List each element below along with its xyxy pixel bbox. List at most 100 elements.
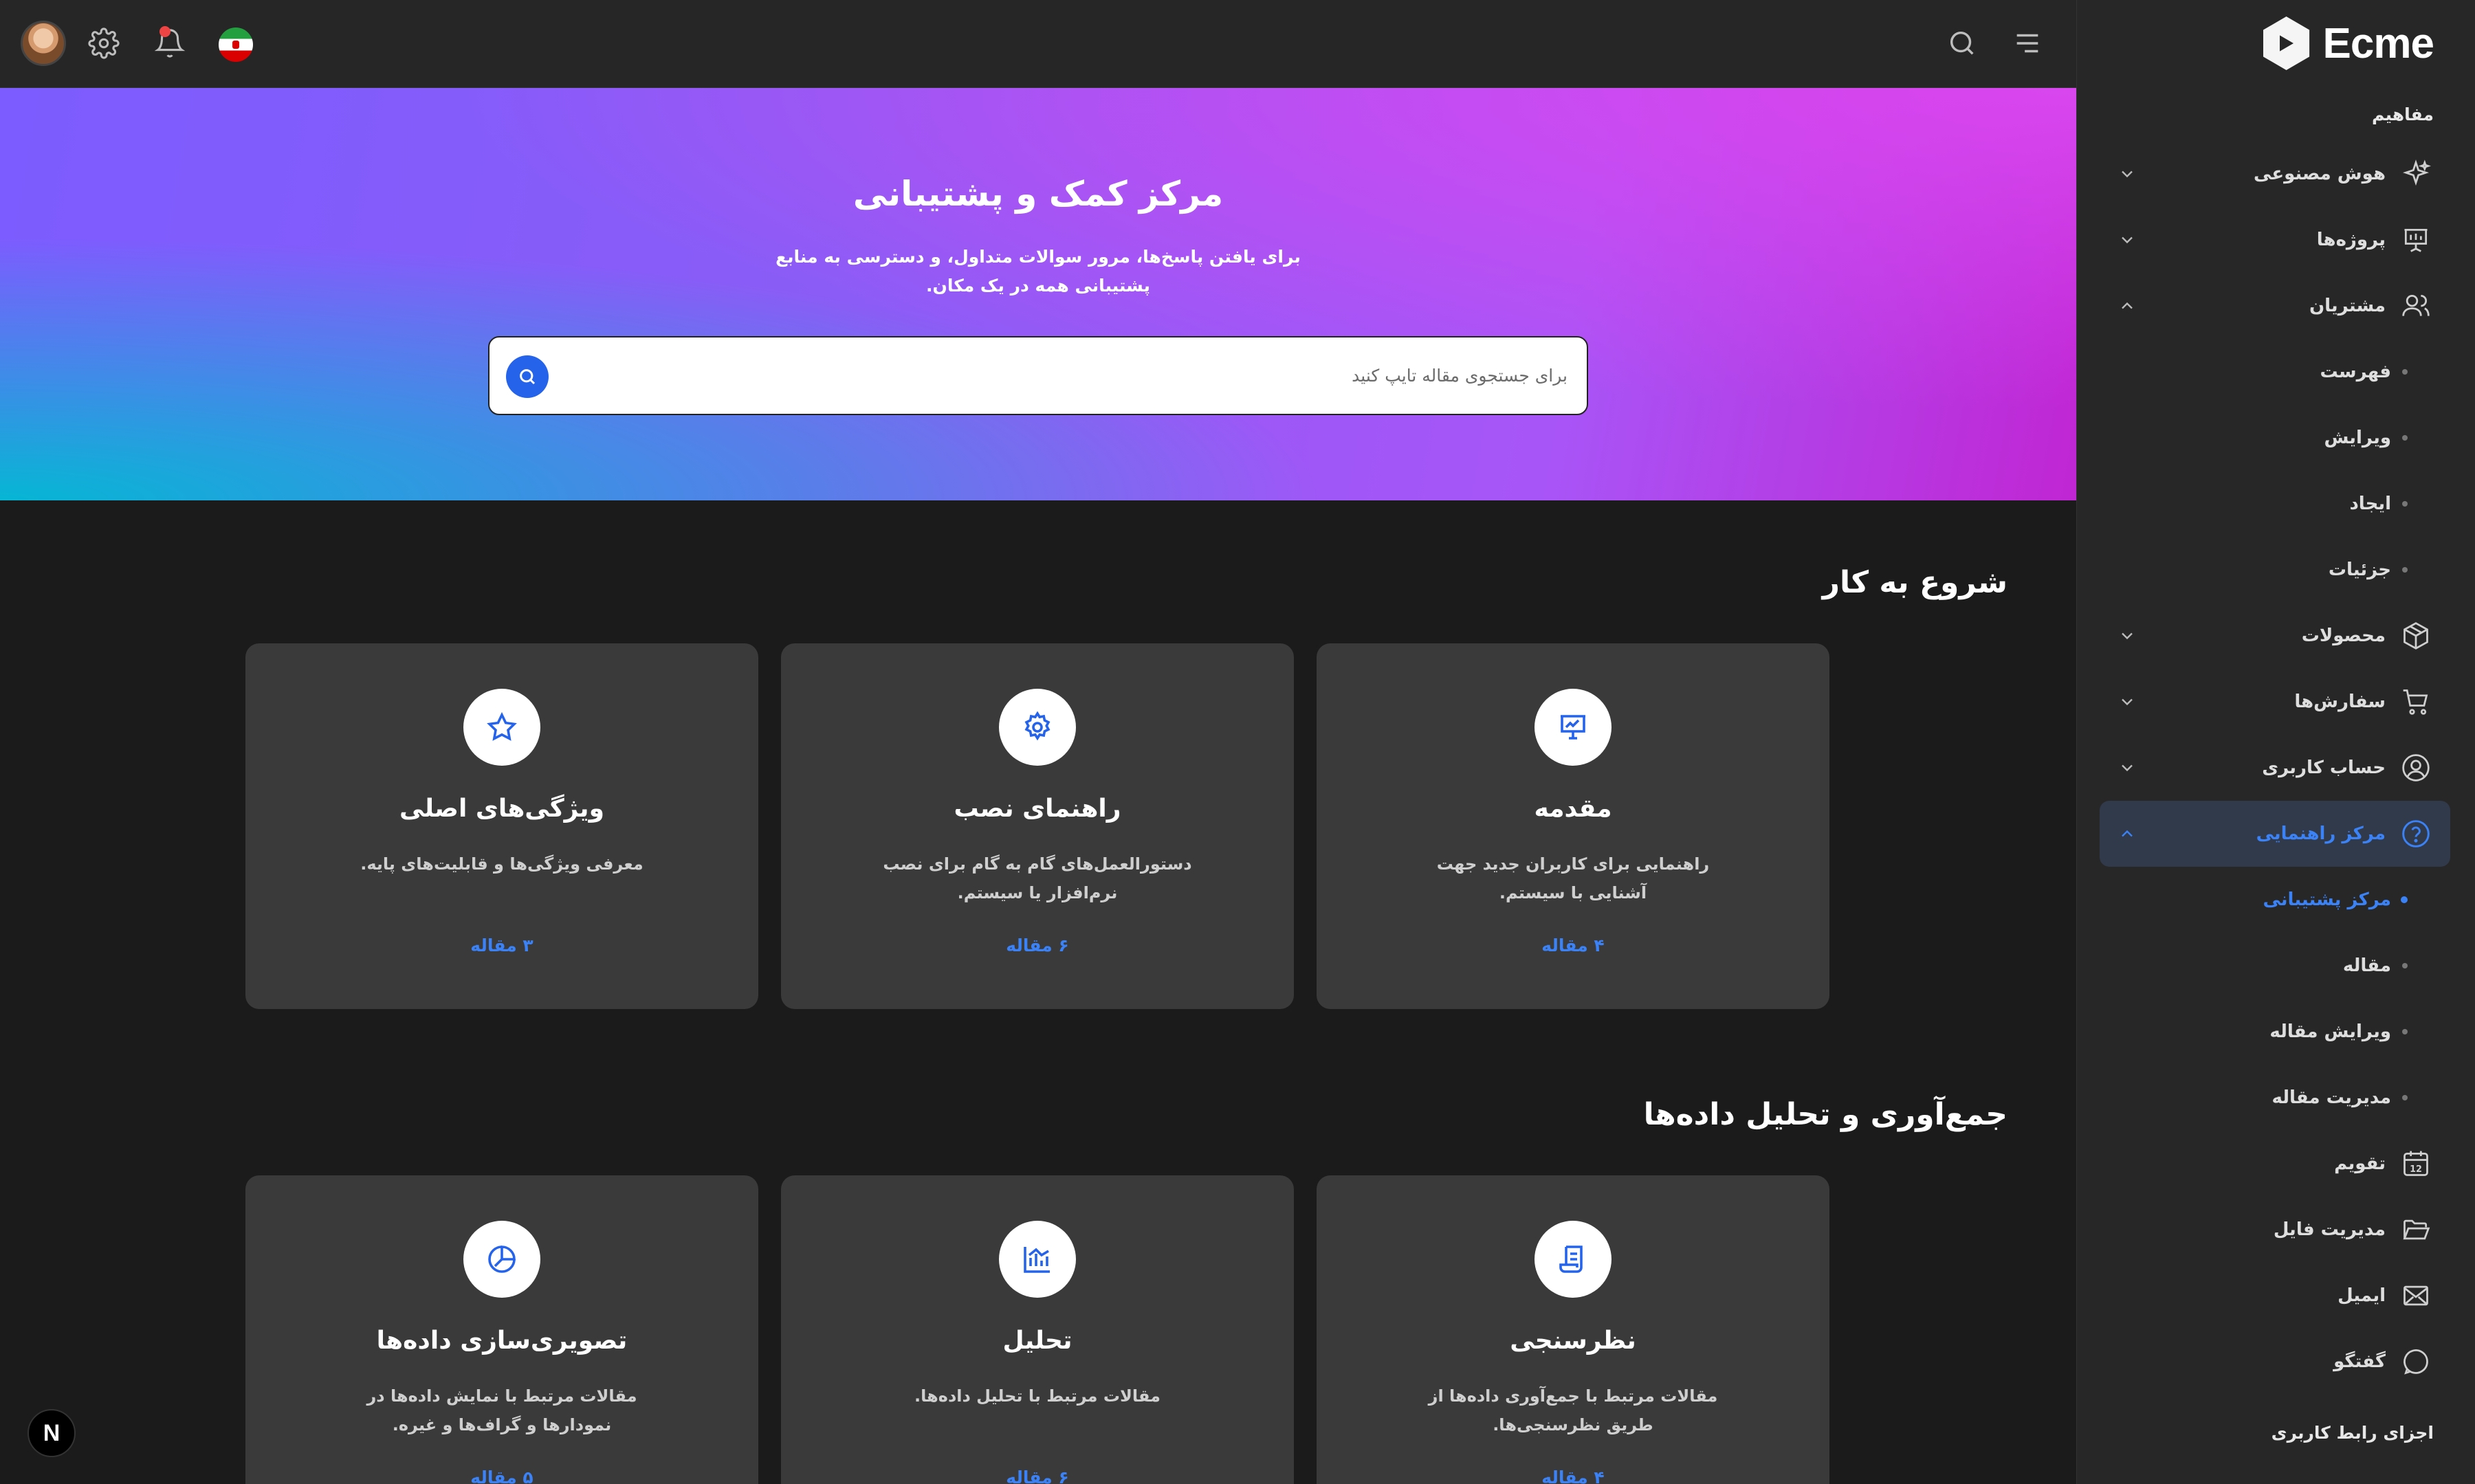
chevron-down-icon xyxy=(2122,236,2133,244)
chevron-up-icon xyxy=(2122,830,2133,837)
card-description: راهنمایی برای کاربران جدید جهت آشنایی با… xyxy=(1436,854,1710,902)
card-title: ویژگی‌های اصلی xyxy=(399,795,604,823)
category-card[interactable]: ویژگی‌های اصلی معرفی ویژگی‌ها و قابلیت‌ه… xyxy=(245,643,758,1009)
cart-icon xyxy=(2399,685,2432,718)
category-card[interactable]: راهنمای نصب دستورالعمل‌های گام به گام بر… xyxy=(781,643,1294,1009)
sidebar: Ecme مفاهیم هوش مصنوعی پروژه‌ها مشتریان … xyxy=(2076,0,2475,1484)
menu-toggle-icon[interactable] xyxy=(2005,21,2050,66)
sidebar-item-label: گفتگو xyxy=(2333,1351,2386,1372)
bullet-dot xyxy=(2402,963,2408,968)
presentation-board-icon xyxy=(2399,223,2432,256)
nav-group-title-ui-components: اجزای رابط کاربری xyxy=(2271,1423,2434,1443)
sidebar-item-label: ایمیل xyxy=(2338,1285,2386,1306)
folder-icon xyxy=(2399,1213,2432,1246)
avatar[interactable] xyxy=(21,21,66,66)
sidebar-item-account[interactable]: حساب کاربری xyxy=(2100,735,2450,801)
mail-icon xyxy=(2399,1279,2432,1312)
bullet-dot xyxy=(2402,369,2408,375)
bullet-dot xyxy=(2402,567,2408,573)
survey-icon xyxy=(1534,1221,1612,1298)
article-count: ۶ مقاله xyxy=(1006,935,1069,955)
sidebar-item-label: مدیریت فایل xyxy=(2273,1219,2386,1240)
sidebar-item-label: سفارش‌ها xyxy=(2294,691,2386,712)
sidebar-subitem-details[interactable]: جزئیات xyxy=(2100,537,2450,603)
sidebar-subitem-manage-article[interactable]: مدیریت مقاله xyxy=(2100,1065,2450,1131)
chevron-down-icon xyxy=(2122,698,2133,706)
sidebar-item-calendar[interactable]: 12 تقویم xyxy=(2100,1131,2450,1197)
category-card[interactable]: نظرسنجی مقالات مرتبط با جمع‌آوری داده‌ها… xyxy=(1317,1175,1829,1484)
hero-subtitle: برای یافتن پاسخ‌ها، مرور سوالات متداول، … xyxy=(776,247,1301,296)
bullet-dot xyxy=(2402,501,2408,507)
bullet-dot xyxy=(2402,1095,2408,1100)
section-title: جمع‌آوری و تحلیل داده‌ها xyxy=(1643,1097,2008,1132)
user-circle-icon xyxy=(2399,751,2432,784)
brand-logo[interactable]: Ecme xyxy=(2260,15,2434,71)
category-card[interactable]: مقدمه راهنمایی برای کاربران جدید جهت آشن… xyxy=(1317,643,1829,1009)
sidebar-subitem-support-center[interactable]: مرکز پشتیبانی xyxy=(2100,867,2450,933)
sidebar-subitem-article[interactable]: مقاله xyxy=(2100,933,2450,999)
card-title: راهنمای نصب xyxy=(954,795,1121,823)
search-button[interactable] xyxy=(506,355,549,398)
notification-dot xyxy=(160,26,170,37)
brand-name: Ecme xyxy=(2322,19,2434,67)
section-title: شروع به کار xyxy=(1822,565,2008,600)
card-title: تصویری‌سازی داده‌ها xyxy=(376,1327,628,1355)
search-input[interactable] xyxy=(591,337,1568,414)
pie-chart-icon xyxy=(463,1221,540,1298)
article-count: ۵ مقاله xyxy=(470,1468,534,1484)
card-title: نظرسنجی xyxy=(1510,1327,1636,1355)
search-icon[interactable] xyxy=(1939,21,1985,66)
sidebar-item-email[interactable]: ایمیل xyxy=(2100,1263,2450,1329)
gear-icon xyxy=(999,689,1076,766)
search-icon xyxy=(520,369,536,385)
settings-gear-icon[interactable] xyxy=(81,21,126,66)
notification-bell-icon[interactable] xyxy=(147,21,192,66)
sparkle-icon xyxy=(2399,157,2432,190)
sidebar-subitem-label: مرکز پشتیبانی xyxy=(2263,889,2391,910)
sidebar-item-orders[interactable]: سفارش‌ها xyxy=(2100,669,2450,735)
sidebar-item-label: هوش مصنوعی xyxy=(2254,164,2386,184)
sidebar-subitem-edit-article[interactable]: ویرایش مقاله xyxy=(2100,999,2450,1065)
sidebar-subitem-label: ویرایش مقاله xyxy=(2269,1021,2391,1042)
language-flag-icon[interactable] xyxy=(219,27,253,62)
sidebar-subitem-label: ویرایش xyxy=(2324,428,2391,448)
bullet-dot xyxy=(2402,1029,2408,1034)
sidebar-item-chat[interactable]: گفتگو xyxy=(2100,1329,2450,1395)
sidebar-item-file-manager[interactable]: مدیریت فایل xyxy=(2100,1197,2450,1263)
calendar-icon: 12 xyxy=(2399,1147,2432,1180)
chat-icon xyxy=(2399,1345,2432,1378)
sidebar-item-label: پروژه‌ها xyxy=(2316,230,2386,250)
sidebar-subitem-edit[interactable]: ویرایش xyxy=(2100,405,2450,471)
svg-text:12: 12 xyxy=(2410,1164,2422,1175)
article-count: ۳ مقاله xyxy=(470,935,534,955)
article-count: ۴ مقاله xyxy=(1541,935,1605,955)
box-icon xyxy=(2399,619,2432,652)
sidebar-subitem-create[interactable]: ایجاد xyxy=(2100,471,2450,537)
sidebar-item-label: حساب کاربری xyxy=(2262,757,2386,778)
sidebar-item-products[interactable]: محصولات xyxy=(2100,603,2450,669)
sidebar-subitem-label: جزئیات xyxy=(2328,560,2391,580)
presentation-icon xyxy=(1534,689,1612,766)
article-count: ۶ مقاله xyxy=(1006,1468,1069,1484)
sidebar-item-label: محصولات xyxy=(2301,625,2386,646)
logo-mark-icon xyxy=(2263,16,2310,70)
bullet-dot xyxy=(2401,896,2408,903)
sidebar-item-help-center[interactable]: مرکز راهنمایی xyxy=(2100,801,2450,867)
hero-banner: مرکز کمک و پشتیبانی برای یافتن پاسخ‌ها، … xyxy=(0,88,2076,500)
card-description: مقالات مرتبط با جمع‌آوری داده‌ها از طریق… xyxy=(1428,1386,1718,1435)
category-card[interactable]: تصویری‌سازی داده‌ها مقالات مرتبط با نمای… xyxy=(245,1175,758,1484)
sidebar-item-projects[interactable]: پروژه‌ها xyxy=(2100,207,2450,273)
help-circle-icon xyxy=(2399,817,2432,850)
sidebar-item-ai[interactable]: هوش مصنوعی xyxy=(2100,141,2450,207)
chevron-down-icon xyxy=(2122,170,2133,178)
sidebar-item-label: مرکز راهنمایی xyxy=(2256,823,2386,844)
card-description: مقالات مرتبط با نمایش داده‌ها در نموداره… xyxy=(366,1386,637,1435)
sidebar-subitem-label: فهرست xyxy=(2320,362,2391,382)
bullet-dot xyxy=(2402,435,2408,441)
star-icon xyxy=(463,689,540,766)
sidebar-item-customers[interactable]: مشتریان xyxy=(2100,273,2450,339)
sidebar-subitem-list[interactable]: فهرست xyxy=(2100,339,2450,405)
nextjs-dev-badge[interactable]: N xyxy=(28,1409,76,1457)
category-card[interactable]: تحلیل مقالات مرتبط با تحلیل داده‌ها. ۶ م… xyxy=(781,1175,1294,1484)
card-title: تحلیل xyxy=(1002,1327,1072,1355)
